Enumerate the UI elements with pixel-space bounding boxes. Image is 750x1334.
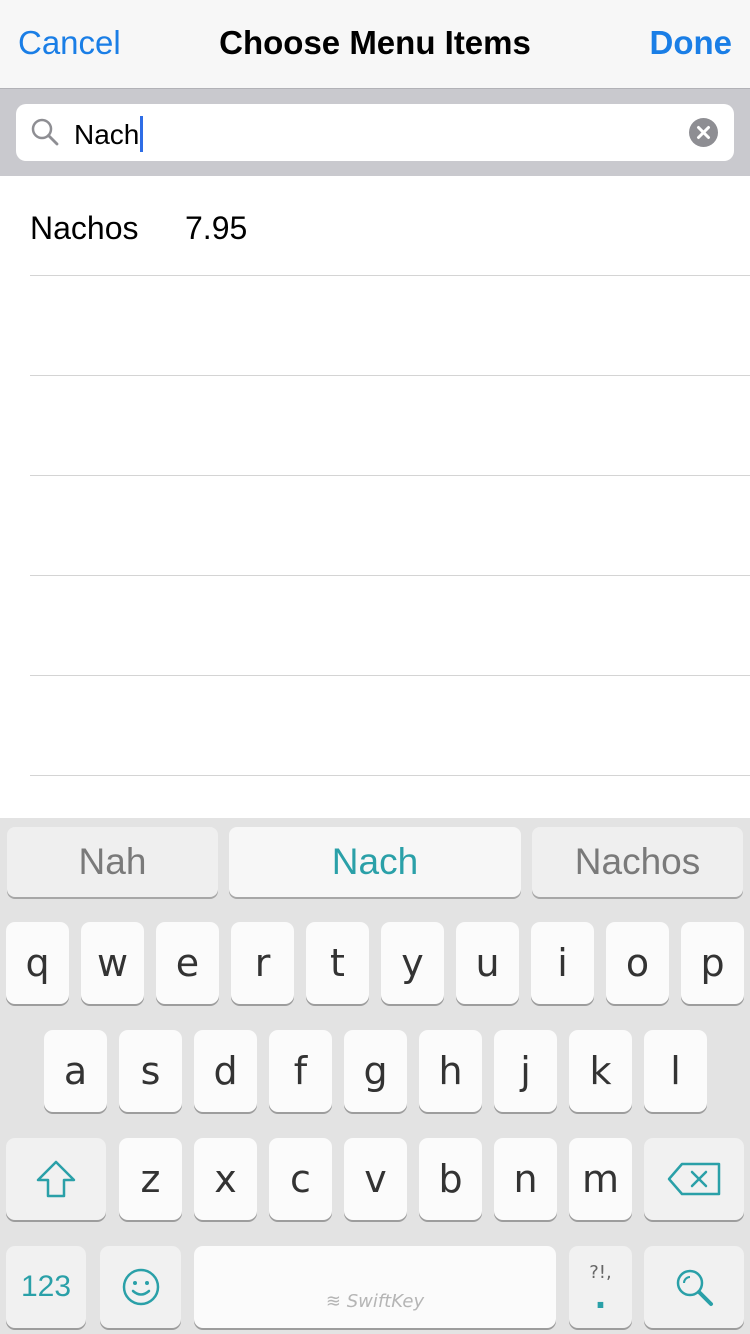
item-name: Nachos (30, 210, 139, 246)
prediction-center[interactable]: Nach (229, 827, 521, 897)
key-i[interactable]: i (531, 922, 594, 1004)
key-j[interactable]: j (494, 1030, 557, 1112)
empty-row (0, 676, 750, 776)
empty-row (0, 476, 750, 576)
key-z[interactable]: z (119, 1138, 182, 1220)
shift-key[interactable] (6, 1138, 106, 1220)
clear-icon[interactable] (689, 118, 718, 147)
punctuation-main: . (594, 1278, 607, 1316)
key-x[interactable]: x (194, 1138, 257, 1220)
key-h[interactable]: h (419, 1030, 482, 1112)
space-bar[interactable]: ≋ SwiftKey (194, 1246, 556, 1328)
key-m[interactable]: m (569, 1138, 632, 1220)
smiley-icon (122, 1268, 159, 1306)
key-s[interactable]: s (119, 1030, 182, 1112)
search-icon (676, 1269, 713, 1306)
swiftkey-logo: ≋ SwiftKey (325, 1291, 425, 1312)
key-k[interactable]: k (569, 1030, 632, 1112)
keyboard: Nah Nach Nachos q w e r t y u i o p a s … (0, 818, 750, 1334)
key-g[interactable]: g (344, 1030, 407, 1112)
done-button[interactable]: Done (650, 24, 733, 62)
numbers-key[interactable]: 123 (6, 1246, 86, 1328)
empty-row (0, 376, 750, 476)
key-e[interactable]: e (156, 922, 219, 1004)
key-q[interactable]: q (6, 922, 69, 1004)
key-l[interactable]: l (644, 1030, 707, 1112)
key-d[interactable]: d (194, 1030, 257, 1112)
row-divider (30, 775, 750, 776)
item-price: 7.95 (185, 210, 248, 246)
emoji-key[interactable] (100, 1246, 181, 1328)
key-w[interactable]: w (81, 922, 144, 1004)
empty-row (0, 276, 750, 376)
results-list: Nachos 7.95 (0, 176, 750, 776)
key-c[interactable]: c (269, 1138, 332, 1220)
page-title: Choose Menu Items (219, 24, 531, 61)
navigation-bar: Cancel Choose Menu Items Done (0, 0, 750, 88)
swiftkey-icon: ≋ (325, 1291, 347, 1312)
backspace-key[interactable] (644, 1138, 744, 1220)
key-n[interactable]: n (494, 1138, 557, 1220)
empty-row (0, 576, 750, 676)
key-r[interactable]: r (231, 922, 294, 1004)
key-f[interactable]: f (269, 1030, 332, 1112)
key-o[interactable]: o (606, 922, 669, 1004)
shift-icon (36, 1160, 76, 1198)
key-a[interactable]: a (44, 1030, 107, 1112)
key-b[interactable]: b (419, 1138, 482, 1220)
prediction-right[interactable]: Nachos (532, 827, 743, 897)
text-caret (140, 116, 144, 152)
key-v[interactable]: v (344, 1138, 407, 1220)
backspace-icon (667, 1162, 721, 1196)
key-p[interactable]: p (681, 922, 744, 1004)
search-bar: Nach (0, 88, 750, 176)
punctuation-key[interactable]: ?!, . (569, 1246, 632, 1328)
list-item[interactable]: Nachos 7.95 (0, 176, 750, 276)
key-u[interactable]: u (456, 922, 519, 1004)
prediction-left[interactable]: Nah (7, 827, 218, 897)
search-text: Nach (74, 116, 144, 152)
search-icon (31, 118, 59, 146)
search-input[interactable]: Nach (16, 104, 734, 161)
key-y[interactable]: y (381, 922, 444, 1004)
search-key[interactable] (644, 1246, 744, 1328)
key-t[interactable]: t (306, 922, 369, 1004)
